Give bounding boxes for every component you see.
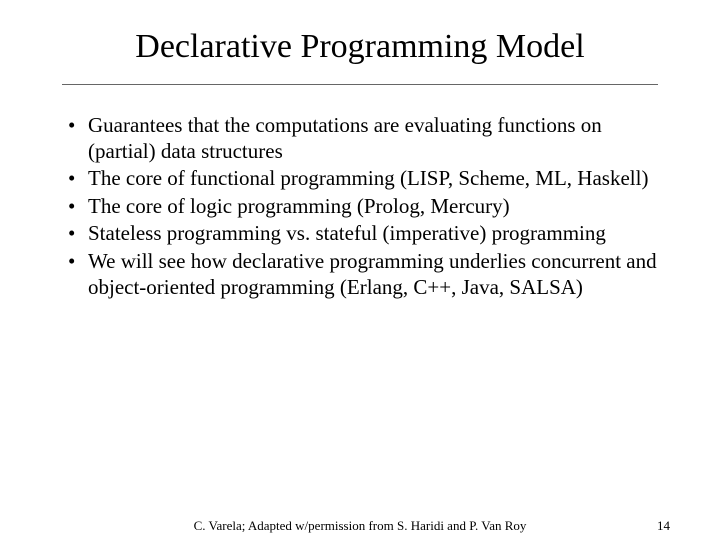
bullet-item: The core of logic programming (Prolog, M… [68, 194, 670, 220]
bullet-list: Guarantees that the computations are eva… [50, 113, 670, 300]
title-underline [62, 84, 657, 85]
bullet-item: Guarantees that the computations are eva… [68, 113, 670, 164]
footer-page-number: 14 [657, 518, 670, 534]
bullet-item: Stateless programming vs. stateful (impe… [68, 221, 670, 247]
bullet-item: The core of functional programming (LISP… [68, 166, 670, 192]
slide: Declarative Programming Model Guarantees… [0, 0, 720, 540]
footer-credit: C. Varela; Adapted w/permission from S. … [194, 518, 527, 534]
slide-title: Declarative Programming Model [50, 28, 670, 72]
bullet-item: We will see how declarative programming … [68, 249, 670, 300]
